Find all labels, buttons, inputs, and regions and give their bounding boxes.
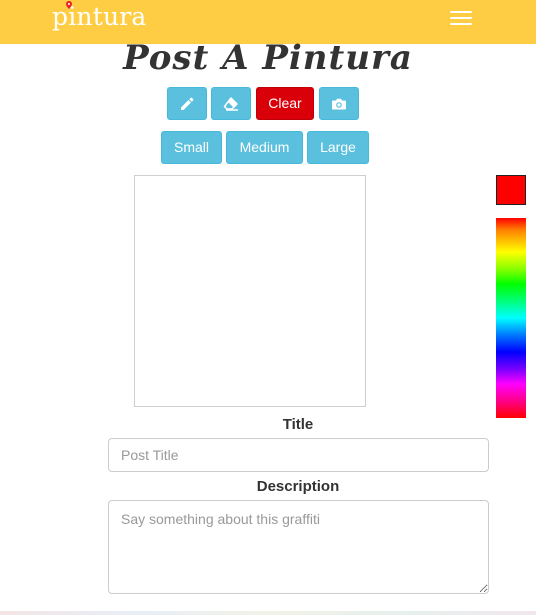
clear-button[interactable]: Clear (256, 87, 314, 120)
camera-icon (332, 98, 346, 109)
selected-color-swatch[interactable] (496, 175, 526, 205)
page-title: Post A Pintura (123, 38, 413, 78)
camera-button[interactable] (319, 87, 359, 120)
eraser-icon (223, 96, 238, 111)
brand-logo[interactable]: pintura (52, 1, 147, 33)
description-textarea[interactable] (108, 500, 489, 594)
hamburger-menu-button[interactable] (450, 9, 474, 27)
pencil-icon (181, 97, 194, 110)
title-input[interactable] (108, 438, 489, 472)
hamburger-line (450, 17, 472, 19)
bottom-edge (0, 611, 536, 615)
description-label: Description (256, 478, 340, 495)
hamburger-line (450, 11, 472, 13)
brush-size-large-button[interactable]: Large (307, 131, 369, 164)
brush-size-small-button[interactable]: Small (161, 131, 222, 164)
drawing-canvas[interactable] (134, 175, 366, 407)
eraser-button[interactable] (211, 87, 251, 120)
pencil-button[interactable] (167, 87, 207, 120)
title-label: Title (282, 416, 314, 433)
hue-slider[interactable] (496, 218, 526, 418)
hamburger-line (450, 23, 472, 25)
brush-size-medium-button[interactable]: Medium (226, 131, 303, 164)
